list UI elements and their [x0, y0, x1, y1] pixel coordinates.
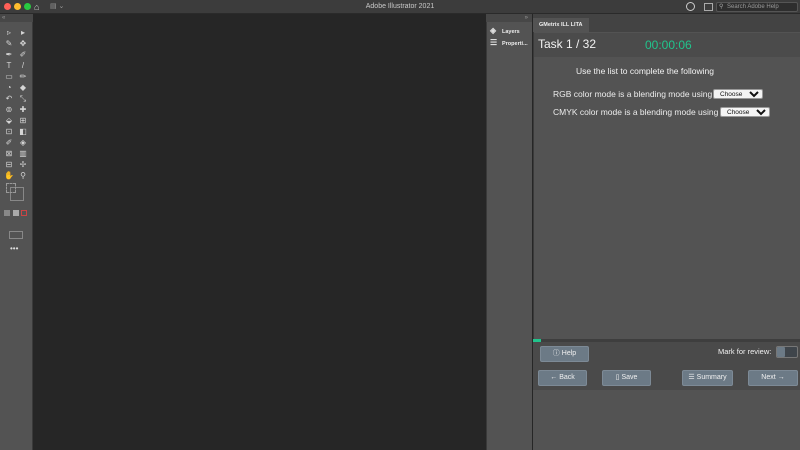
list-icon: ☰ — [688, 374, 695, 381]
tool-icon[interactable]: ▥ — [17, 149, 29, 159]
dock-item-properties[interactable]: ☰ Properti... — [490, 37, 528, 49]
fill-color-swatch[interactable] — [6, 183, 16, 193]
dock-item-layers[interactable]: ◈ Layers — [490, 25, 520, 37]
panel-footer-lower — [533, 390, 800, 450]
properties-icon: ☰ — [490, 38, 498, 47]
cmyk-answer-select[interactable]: Choose one — [720, 107, 770, 117]
layers-icon: ◈ — [490, 26, 497, 35]
question-cmyk-text: CMYK color mode is a blending mode using — [553, 107, 719, 117]
tool-icon[interactable]: ◈ — [17, 138, 29, 148]
back-button[interactable]: ← Back — [538, 370, 587, 386]
bookmark-icon: ▯ — [615, 374, 620, 381]
tool-icon[interactable]: ◆ — [17, 83, 29, 93]
none-mode-icon[interactable] — [21, 210, 27, 216]
window-title: Adobe Illustrator 2021 — [365, 3, 435, 10]
edit-toolbar-button[interactable]: ••• — [10, 244, 18, 253]
help-label: Help — [561, 350, 577, 357]
tool-icon[interactable]: ⊠ — [3, 149, 15, 159]
tool-icon[interactable]: / — [17, 61, 29, 71]
mark-for-review-label: Mark for review: — [718, 347, 772, 356]
tool-icon[interactable]: ✋ — [3, 171, 15, 181]
tool-icon[interactable]: ▸ — [17, 28, 29, 38]
save-label: Save — [621, 374, 638, 381]
tool-icon[interactable]: ↶ — [3, 94, 15, 104]
document-canvas[interactable] — [33, 14, 486, 450]
question-rgb-text: RGB color mode is a blending mode using — [553, 89, 713, 99]
tool-icon[interactable]: ✥ — [17, 39, 29, 49]
help-button[interactable]: ⓘ Help — [540, 346, 589, 362]
tool-icon[interactable]: ✏ — [17, 72, 29, 82]
summary-label: Summary — [696, 374, 727, 381]
user-account-icon[interactable] — [686, 2, 695, 11]
tool-icon[interactable]: ⤡ — [17, 94, 29, 104]
tool-icon[interactable]: ✐ — [3, 138, 15, 148]
tool-icon[interactable]: ⊟ — [3, 160, 15, 170]
summary-button[interactable]: ☰ Summary — [682, 370, 733, 386]
dock-collapse[interactable]: » — [486, 14, 532, 22]
collapsed-dock — [486, 14, 532, 450]
tool-icon[interactable]: ✒ — [3, 50, 15, 60]
color-mode-icon[interactable] — [4, 210, 10, 216]
instruction-text: Use the list to complete the following — [576, 66, 714, 76]
tool-icon[interactable]: ◔ — [3, 83, 15, 93]
tool-icon[interactable]: ⚲ — [17, 171, 29, 181]
tool-icon[interactable]: ▭ — [3, 72, 15, 82]
help-search-input[interactable]: Search Adobe Help — [716, 2, 798, 12]
question-circle-icon: ⓘ — [552, 350, 560, 357]
tool-icon[interactable]: ⊞ — [17, 116, 29, 126]
arrow-right-icon: → — [777, 374, 785, 381]
gradient-mode-icon[interactable] — [13, 210, 19, 216]
magnifier-icon: ⚲ — [719, 4, 724, 10]
tab-gmetrix[interactable]: GMetrix ILL LITA — [533, 18, 589, 32]
screen-mode-icon[interactable] — [9, 231, 23, 239]
rgb-answer-select[interactable]: Choose one — [713, 89, 763, 99]
back-label: Back — [559, 374, 575, 381]
arrow-left-icon: ← — [550, 374, 558, 381]
tool-icon[interactable]: ◧ — [17, 127, 29, 137]
toggle-knob — [777, 347, 785, 357]
tool-icon[interactable]: ⊚ — [3, 105, 15, 115]
tool-icon[interactable]: T — [3, 61, 15, 71]
task-counter: Task 1 / 32 — [538, 37, 597, 51]
next-button[interactable]: Next → — [748, 370, 798, 386]
tool-icon[interactable]: ▹ — [3, 28, 15, 38]
timer: 00:00:06 — [645, 38, 692, 52]
tool-icon[interactable]: ✚ — [17, 105, 29, 115]
tool-icon[interactable]: ⊡ — [3, 127, 15, 137]
tool-icon[interactable]: ⬙ — [3, 116, 15, 126]
arrange-documents-icon[interactable] — [704, 3, 713, 11]
next-label: Next — [761, 374, 776, 381]
tool-icon[interactable]: ✎ — [3, 39, 15, 49]
tool-icon[interactable]: ✐ — [17, 50, 29, 60]
dock-item-label: Layers — [502, 29, 520, 35]
dock-item-label: Properti... — [502, 41, 528, 47]
save-button[interactable]: ▯ Save — [602, 370, 651, 386]
tool-icon[interactable]: ✢ — [17, 160, 29, 170]
tools-panel-collapse[interactable]: « — [0, 14, 33, 22]
